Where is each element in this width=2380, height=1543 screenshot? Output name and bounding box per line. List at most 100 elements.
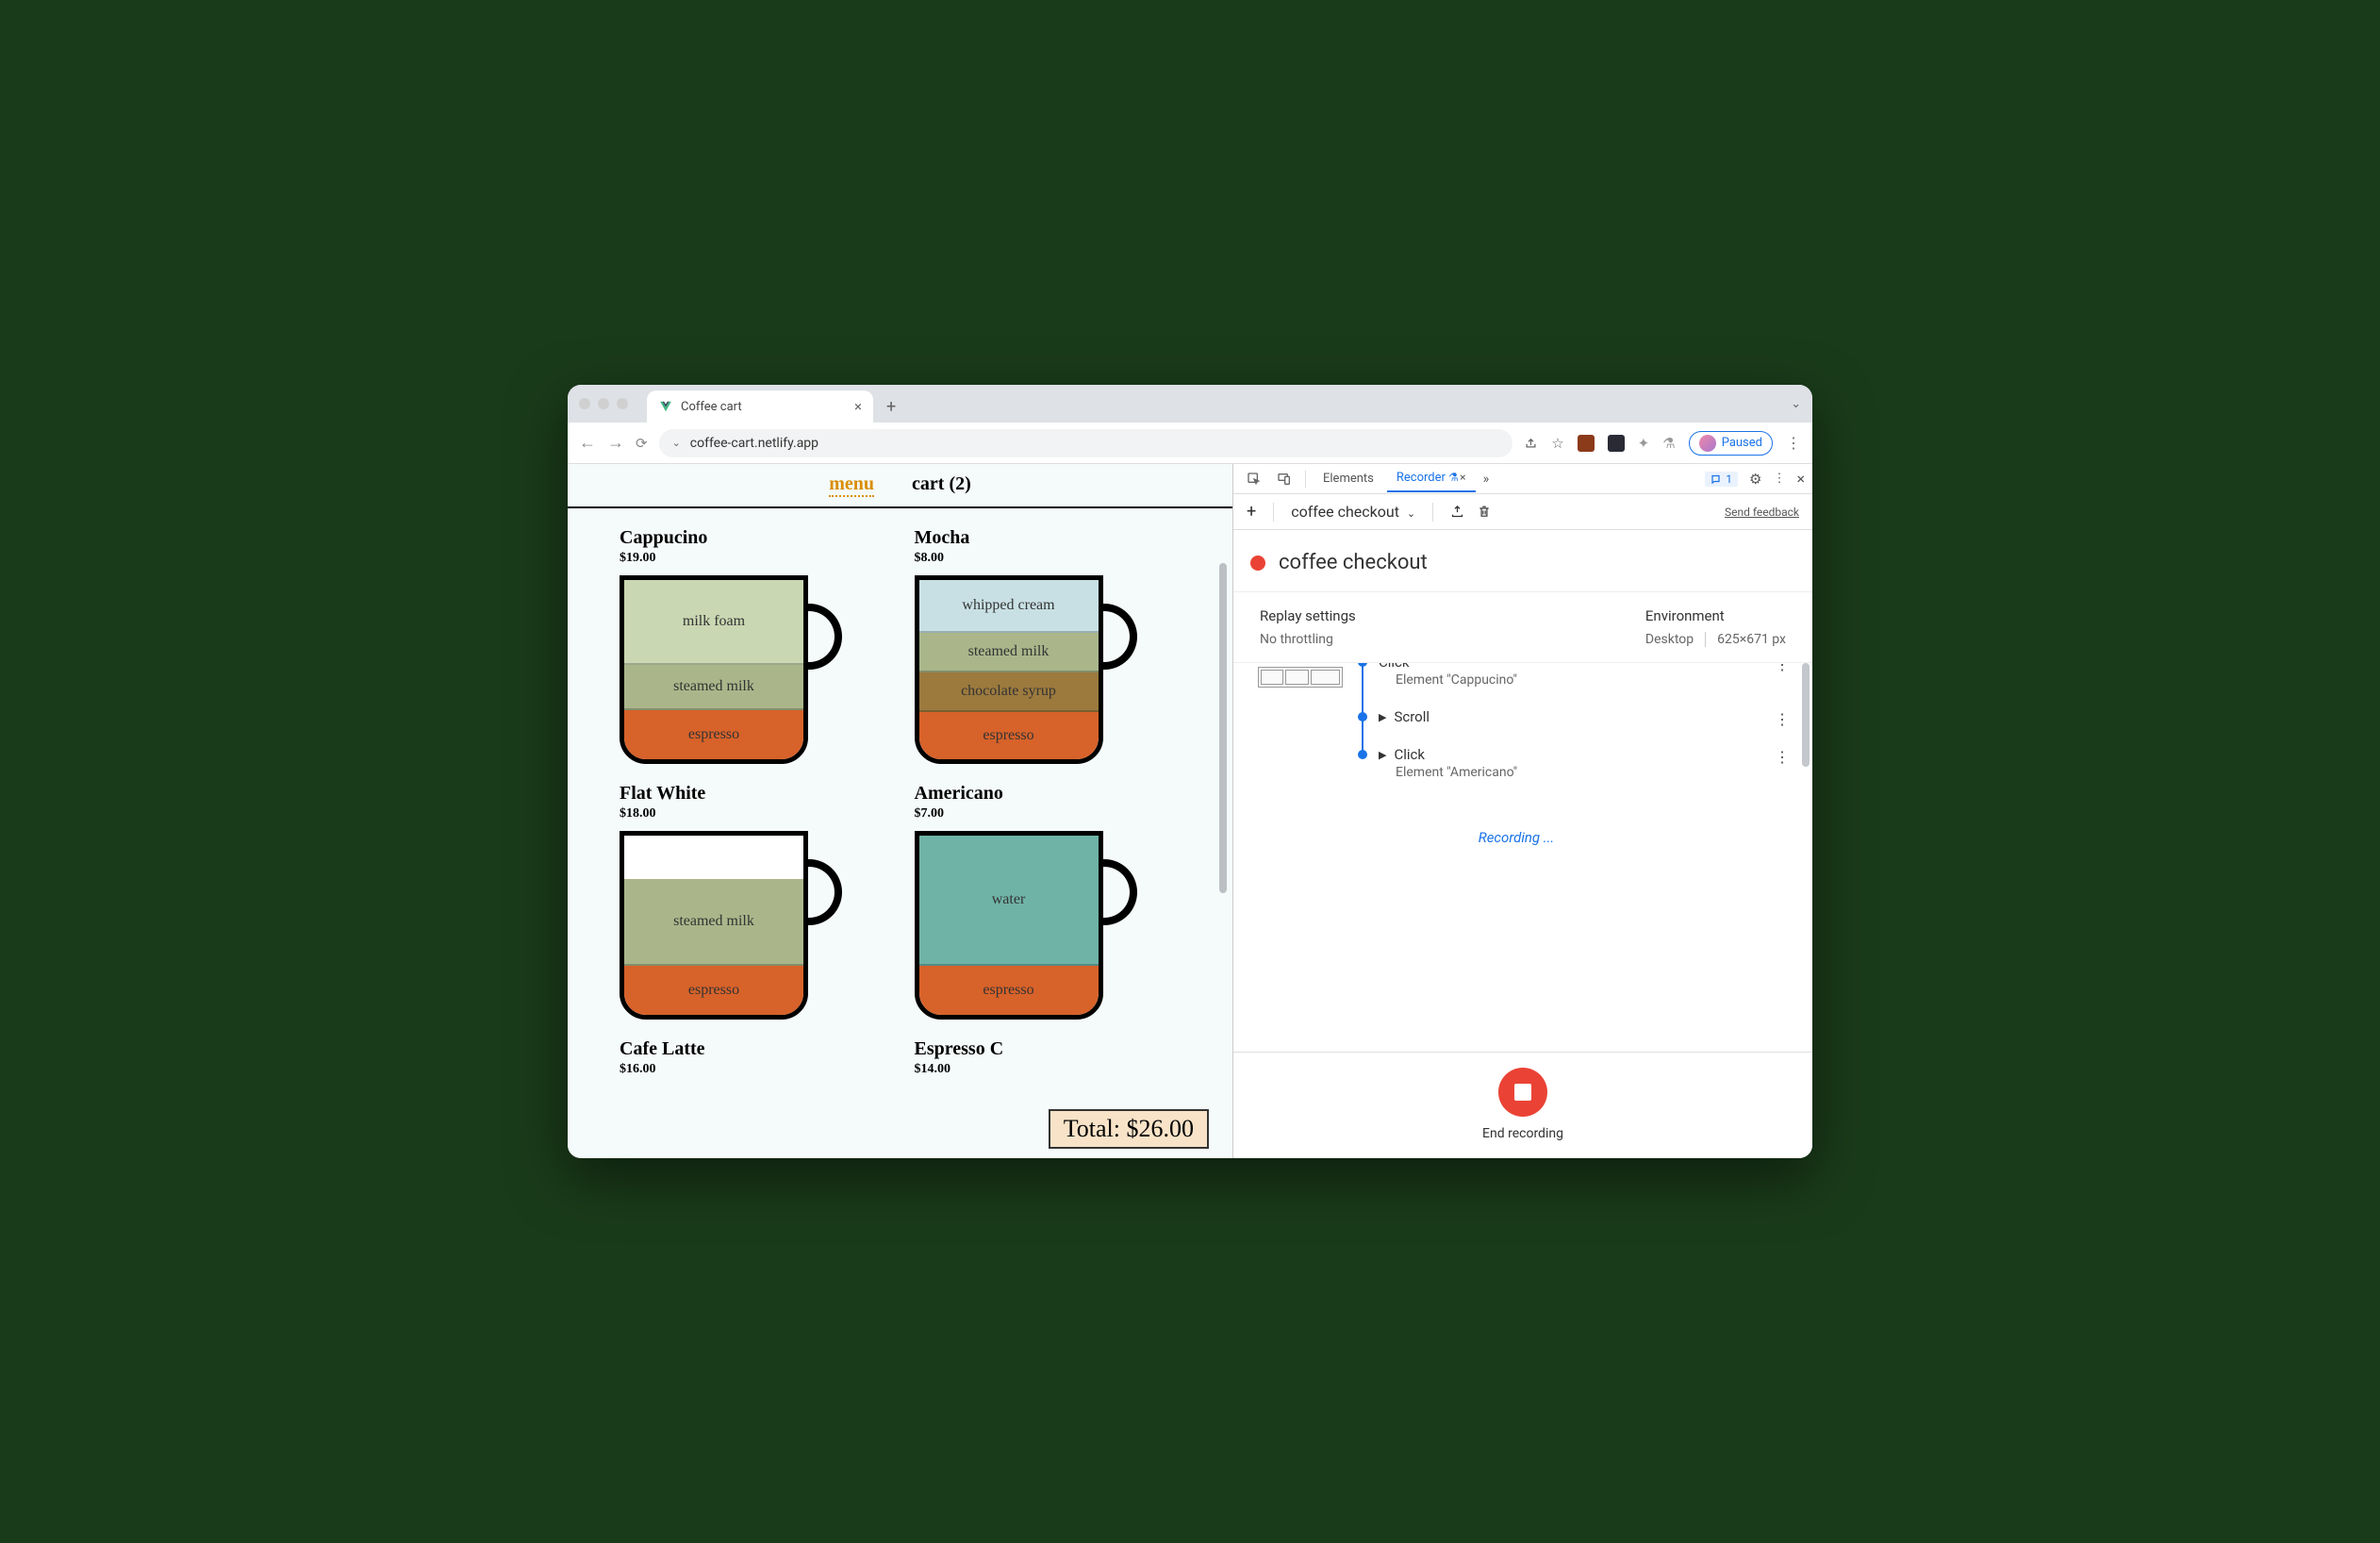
coffee-price: $18.00 [620, 806, 886, 821]
tab-title: Coffee cart [681, 400, 847, 414]
minimize-window-button[interactable] [598, 398, 609, 409]
recording-indicator-icon [1250, 556, 1265, 571]
device-toggle-icon[interactable] [1271, 472, 1297, 487]
coffee-layer: steamed milk [624, 879, 803, 966]
more-tabs-icon[interactable]: » [1483, 472, 1490, 487]
close-devtools-icon[interactable]: × [1796, 470, 1805, 488]
coffee-cup[interactable]: espressochocolate syrupsteamed milkwhipp… [915, 575, 1141, 764]
coffee-name: Cappucino [620, 527, 886, 549]
cart-total-box[interactable]: Total: $26.00 [1049, 1109, 1209, 1149]
export-icon[interactable] [1450, 505, 1464, 519]
recording-title-text: coffee checkout [1279, 551, 1428, 574]
browser-tab[interactable]: Coffee cart × [647, 390, 873, 423]
end-recording-section: End recording [1233, 1052, 1812, 1158]
throttling-value[interactable]: No throttling [1260, 632, 1645, 647]
inspect-element-icon[interactable] [1241, 472, 1267, 487]
url-text: coffee-cart.netlify.app [690, 436, 818, 451]
coffee-item: Mocha$8.00espressochocolate syrupsteamed… [915, 527, 1182, 764]
steps-area: ClickElement "Cappucino"⋮▶Scroll⋮▶ClickE… [1233, 663, 1812, 1052]
coffee-price: $16.00 [620, 1062, 886, 1077]
coffee-price: $14.00 [915, 1062, 1182, 1077]
close-tab-icon[interactable]: × [854, 398, 862, 415]
chevron-down-icon: ⌄ [1407, 507, 1415, 520]
cart-total-text: Total: $26.00 [1064, 1115, 1194, 1142]
coffee-item: Cappucino$19.00espressosteamed milkmilk … [620, 527, 886, 764]
new-recording-button[interactable]: + [1247, 502, 1256, 522]
page-nav: menu cart (2) [568, 464, 1232, 508]
tab-elements[interactable]: Elements [1314, 466, 1383, 491]
flask-icon[interactable]: ⚗ [1662, 435, 1675, 452]
recorder-toolbar: + coffee checkout ⌄ Send feedback [1233, 494, 1812, 530]
extension-icon-1[interactable] [1578, 435, 1595, 452]
profile-paused-badge[interactable]: Paused [1689, 431, 1773, 456]
maximize-window-button[interactable] [617, 398, 628, 409]
coffee-layer: steamed milk [624, 665, 803, 710]
coffee-layer: milk foam [624, 580, 803, 665]
caret-right-icon: ▶ [1379, 711, 1386, 723]
end-recording-label: End recording [1233, 1126, 1812, 1141]
coffee-name: Cafe Latte [620, 1038, 886, 1060]
cup-body: espressochocolate syrupsteamed milkwhipp… [915, 575, 1103, 764]
recorder-step[interactable]: ▶Scroll⋮ [1379, 708, 1784, 746]
settings-gear-icon[interactable]: ⚙ [1749, 471, 1761, 488]
coffee-layer: espresso [624, 966, 803, 1015]
site-info-icon[interactable]: ⌄ [672, 437, 681, 449]
stop-recording-button[interactable] [1498, 1068, 1547, 1117]
recorder-step[interactable]: ClickElement "Cappucino"⋮ [1379, 663, 1784, 708]
step-thumbnail [1258, 667, 1343, 688]
page-viewport: menu cart (2) Cappucino$19.00espressoste… [568, 464, 1232, 1158]
close-window-button[interactable] [579, 398, 590, 409]
coffee-cup[interactable]: espressosteamed milk [620, 831, 846, 1020]
coffee-item: Americano$7.00 espressowater [915, 783, 1182, 1020]
devtools-panel: Elements Recorder ⚗ × » 1 ⚙ ⋮ × + [1232, 464, 1812, 1158]
env-device: Desktop [1645, 632, 1694, 647]
send-feedback-link[interactable]: Send feedback [1725, 506, 1799, 519]
step-kebab-icon[interactable]: ⋮ [1775, 710, 1790, 728]
issues-badge[interactable]: 1 [1705, 472, 1738, 487]
forward-button[interactable]: → [607, 433, 624, 453]
reload-button[interactable]: ⟳ [636, 435, 648, 452]
nav-menu-link[interactable]: menu [829, 473, 874, 497]
kebab-menu-icon[interactable]: ⋮ [1786, 434, 1801, 452]
step-kebab-icon[interactable]: ⋮ [1775, 663, 1790, 673]
timeline-dot [1358, 712, 1367, 722]
step-action: Click [1379, 663, 1410, 671]
kebab-menu-icon[interactable]: ⋮ [1773, 472, 1785, 486]
coffee-layer: espresso [624, 710, 803, 759]
step-header: ▶Scroll [1379, 708, 1784, 725]
tab-recorder[interactable]: Recorder ⚗ × [1387, 465, 1476, 492]
flask-icon: ⚗ [1448, 471, 1459, 484]
extensions-puzzle-icon[interactable]: ✦ [1638, 435, 1650, 452]
step-header: Click [1379, 663, 1784, 671]
coffee-cup[interactable]: espressowater [915, 831, 1141, 1020]
step-kebab-icon[interactable]: ⋮ [1775, 748, 1790, 766]
devtools-scrollbar[interactable] [1802, 663, 1810, 767]
recorder-step[interactable]: ▶ClickElement "Americano"⋮ [1379, 746, 1784, 801]
coffee-cup[interactable]: espressosteamed milkmilk foam [620, 575, 846, 764]
browser-tab-strip: Coffee cart × + ⌄ [568, 385, 1812, 423]
nav-cart-link[interactable]: cart (2) [912, 473, 971, 497]
timeline-line [1362, 663, 1364, 754]
coffee-layer: whipped cream [919, 580, 1099, 633]
coffee-name: Americano [915, 783, 1182, 805]
share-icon[interactable] [1524, 436, 1538, 450]
extension-icon-2[interactable] [1608, 435, 1625, 452]
close-tab-icon[interactable]: × [1460, 471, 1465, 484]
page-scrollbar[interactable] [1219, 563, 1227, 893]
coffee-price: $7.00 [915, 806, 1182, 821]
new-tab-button[interactable]: + [886, 397, 896, 417]
cup-body: espressosteamed milk [620, 831, 808, 1020]
coffee-name: Flat White [620, 783, 886, 805]
delete-icon[interactable] [1478, 505, 1491, 519]
timeline-dot [1358, 750, 1367, 759]
coffee-layer: steamed milk [919, 633, 1099, 672]
coffee-name: Espresso C [915, 1038, 1182, 1060]
back-button[interactable]: ← [579, 433, 596, 453]
vue-icon [658, 399, 673, 414]
chevron-down-icon[interactable]: ⌄ [1791, 397, 1801, 411]
recording-selector[interactable]: coffee checkout ⌄ [1291, 503, 1415, 521]
bookmark-star-icon[interactable]: ☆ [1551, 435, 1563, 452]
replay-settings-label: Replay settings [1260, 607, 1645, 624]
step-target: Element "Americano" [1396, 765, 1784, 780]
url-bar[interactable]: ⌄ coffee-cart.netlify.app [659, 429, 1513, 457]
